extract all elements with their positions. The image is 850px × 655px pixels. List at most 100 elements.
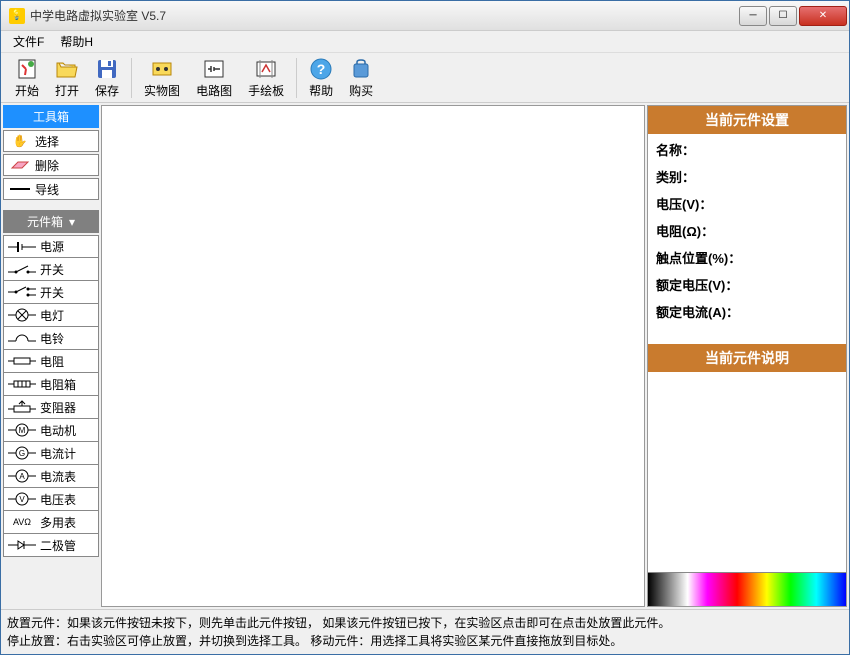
prop-voltage: 电压(V)： — [656, 194, 838, 213]
component-resistorbox[interactable]: 电阻箱 — [3, 373, 99, 396]
delete-tool[interactable]: 删除 — [3, 154, 99, 176]
component-voltmeter[interactable]: V电压表 — [3, 488, 99, 511]
resistorbox-icon — [6, 376, 38, 392]
help-icon: ? — [309, 57, 333, 81]
component-ammeter[interactable]: A电流表 — [3, 465, 99, 488]
component-lamp[interactable]: 电灯 — [3, 304, 99, 327]
window-title: 中学电路虚拟实验室 V5.7 — [30, 7, 739, 24]
help-label: 帮助 — [309, 82, 333, 99]
switch-icon — [6, 261, 38, 277]
properties-list: 名称： 类别： 电压(V)： 电阻(Ω)： 触点位置(%)： 额定电压(V)： … — [648, 134, 846, 344]
component-multimeter[interactable]: AVΩ多用表 — [3, 511, 99, 534]
wire-icon — [8, 181, 32, 197]
prop-rated-current: 额定电流(A)： — [656, 302, 838, 321]
menu-file[interactable]: 文件F — [7, 31, 50, 52]
left-panel: 工具箱 ✋ 选择 删除 导线 元件箱 ▾ 电源 开关 开关 电灯 — [3, 105, 99, 607]
help-button[interactable]: ? 帮助 — [301, 55, 341, 101]
toolbox-header: 工具箱 — [3, 105, 99, 128]
delete-label: 删除 — [35, 157, 59, 174]
maximize-button[interactable]: ☐ — [769, 6, 797, 26]
buy-label: 购买 — [349, 82, 373, 99]
component-rheostat[interactable]: 变阻器 — [3, 396, 99, 419]
svg-text:G: G — [19, 449, 25, 458]
circuit-label: 电路图 — [196, 82, 232, 99]
start-button[interactable]: 开始 — [7, 55, 47, 101]
save-icon — [95, 57, 119, 81]
circuit-icon — [202, 57, 226, 81]
sketch-icon — [254, 57, 278, 81]
app-icon: 💡 — [9, 8, 25, 24]
select-label: 选择 — [35, 133, 59, 150]
prop-name: 名称： — [656, 140, 838, 159]
prop-rated-voltage: 额定电压(V)： — [656, 275, 838, 294]
status-line2: 停止放置：右击实验区可停止放置，并切换到选择工具。 移动元件：用选择工具将实验区… — [7, 632, 843, 650]
component-list: 电源 开关 开关 电灯 电铃 电阻 电阻箱 变阻器 M电动机 G电流计 A电流表… — [3, 235, 99, 557]
prop-category: 类别： — [656, 167, 838, 186]
component-galvanometer[interactable]: G电流计 — [3, 442, 99, 465]
resistor-icon — [6, 353, 38, 369]
properties-header: 当前元件设置 — [648, 106, 846, 134]
save-label: 保存 — [95, 82, 119, 99]
status-line1: 放置元件：如果该元件按钮未按下，则先单击此元件按钮， 如果该元件按钮已按下，在实… — [7, 614, 843, 632]
galvanometer-icon: G — [6, 445, 38, 461]
open-icon — [55, 57, 79, 81]
wire-tool[interactable]: 导线 — [3, 178, 99, 200]
description-header: 当前元件说明 — [648, 344, 846, 372]
multimeter-icon: AVΩ — [6, 514, 38, 530]
lamp-icon — [6, 307, 38, 323]
menu-help[interactable]: 帮助H — [54, 31, 99, 52]
canvas-area[interactable] — [101, 105, 645, 607]
svg-text:?: ? — [317, 61, 326, 77]
svg-text:V: V — [19, 495, 25, 504]
sketch-label: 手绘板 — [248, 82, 284, 99]
chevron-down-icon: ▾ — [69, 215, 75, 229]
menubar: 文件F 帮助H — [1, 31, 849, 53]
svg-text:A: A — [19, 472, 25, 481]
open-label: 打开 — [55, 82, 79, 99]
wire-label: 导线 — [35, 181, 59, 198]
component-resistor[interactable]: 电阻 — [3, 350, 99, 373]
cursor-icon: ✋ — [8, 133, 32, 149]
diode-icon — [6, 537, 38, 553]
toolbar-separator — [131, 58, 132, 98]
component-switch2[interactable]: 开关 — [3, 281, 99, 304]
ammeter-icon: A — [6, 468, 38, 484]
physical-view-button[interactable]: 实物图 — [136, 55, 188, 101]
start-icon — [15, 57, 39, 81]
toolbar: 开始 打开 保存 实物图 电路图 手绘板 ? 帮助 购买 — [1, 53, 849, 103]
statusbar: 放置元件：如果该元件按钮未按下，则先单击此元件按钮， 如果该元件按钮已按下，在实… — [1, 609, 849, 654]
voltmeter-icon: V — [6, 491, 38, 507]
rheostat-icon — [6, 399, 38, 415]
open-button[interactable]: 打开 — [47, 55, 87, 101]
component-diode[interactable]: 二极管 — [3, 534, 99, 557]
power-icon — [6, 239, 38, 255]
component-power[interactable]: 电源 — [3, 235, 99, 258]
componentbox-label: 元件箱 — [27, 213, 63, 230]
color-picker[interactable] — [648, 572, 846, 606]
save-button[interactable]: 保存 — [87, 55, 127, 101]
prop-resistance: 电阻(Ω)： — [656, 221, 838, 240]
component-motor[interactable]: M电动机 — [3, 419, 99, 442]
start-label: 开始 — [15, 82, 39, 99]
buy-icon — [349, 57, 373, 81]
minimize-button[interactable]: ─ — [739, 6, 767, 26]
select-tool[interactable]: ✋ 选择 — [3, 130, 99, 152]
toolbar-separator — [296, 58, 297, 98]
titlebar: 💡 中学电路虚拟实验室 V5.7 ─ ☐ ✕ — [1, 1, 849, 31]
physical-label: 实物图 — [144, 82, 180, 99]
eraser-icon — [8, 157, 32, 173]
circuit-view-button[interactable]: 电路图 — [188, 55, 240, 101]
close-button[interactable]: ✕ — [799, 6, 847, 26]
switch2-icon — [6, 284, 38, 300]
motor-icon: M — [6, 422, 38, 438]
description-area — [648, 372, 846, 572]
right-panel: 当前元件设置 名称： 类别： 电压(V)： 电阻(Ω)： 触点位置(%)： 额定… — [647, 105, 847, 607]
prop-contact: 触点位置(%)： — [656, 248, 838, 267]
bell-icon — [6, 330, 38, 346]
component-bell[interactable]: 电铃 — [3, 327, 99, 350]
componentbox-header[interactable]: 元件箱 ▾ — [3, 210, 99, 233]
physical-icon — [150, 57, 174, 81]
sketch-button[interactable]: 手绘板 — [240, 55, 292, 101]
buy-button[interactable]: 购买 — [341, 55, 381, 101]
component-switch1[interactable]: 开关 — [3, 258, 99, 281]
